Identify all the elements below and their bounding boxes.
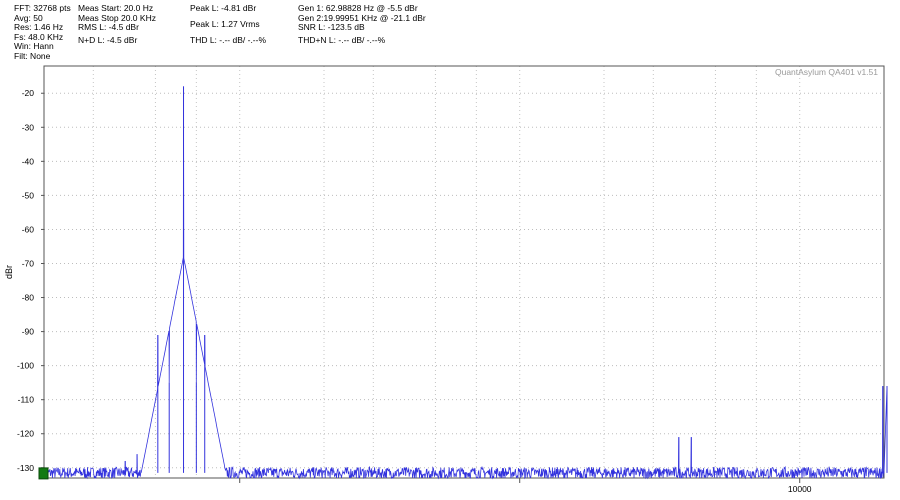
chart-grid <box>44 66 884 483</box>
y-tick-label: -100 <box>17 361 34 371</box>
y-tick-label: -70 <box>22 258 35 268</box>
spectrum-trace <box>43 86 888 480</box>
spectrum-chart: -20 -30 -40 -50 -60 -70 -80 -90 -100 -110 -120 -130… <box>4 65 888 494</box>
y-tick-label: -130 <box>17 463 34 473</box>
y-axis-label: dBr <box>4 265 14 279</box>
series-group <box>43 86 888 480</box>
y-tick-label: -120 <box>17 429 34 439</box>
plot-frame <box>43 65 885 479</box>
y-tick-label: -40 <box>22 156 35 166</box>
x-tick-label: 10000 <box>788 484 812 494</box>
cursor-handle[interactable] <box>38 467 49 480</box>
y-axis-ticks: -20 -30 -40 -50 -60 -70 -80 -90 -100 -110 -120 -130 <box>17 88 44 473</box>
y-tick-label: -30 <box>22 122 35 132</box>
y-tick-label: -60 <box>22 224 35 234</box>
y-tick-label: -110 <box>18 395 35 405</box>
y-tick-label: -90 <box>22 327 35 337</box>
y-tick-label: -80 <box>22 293 35 303</box>
x-axis-ticks: 10000 <box>788 478 812 494</box>
y-tick-label: -50 <box>22 190 35 200</box>
watermark-text: QuantAsylum QA401 v1.51 <box>775 67 878 77</box>
y-tick-label: -20 <box>22 88 35 98</box>
